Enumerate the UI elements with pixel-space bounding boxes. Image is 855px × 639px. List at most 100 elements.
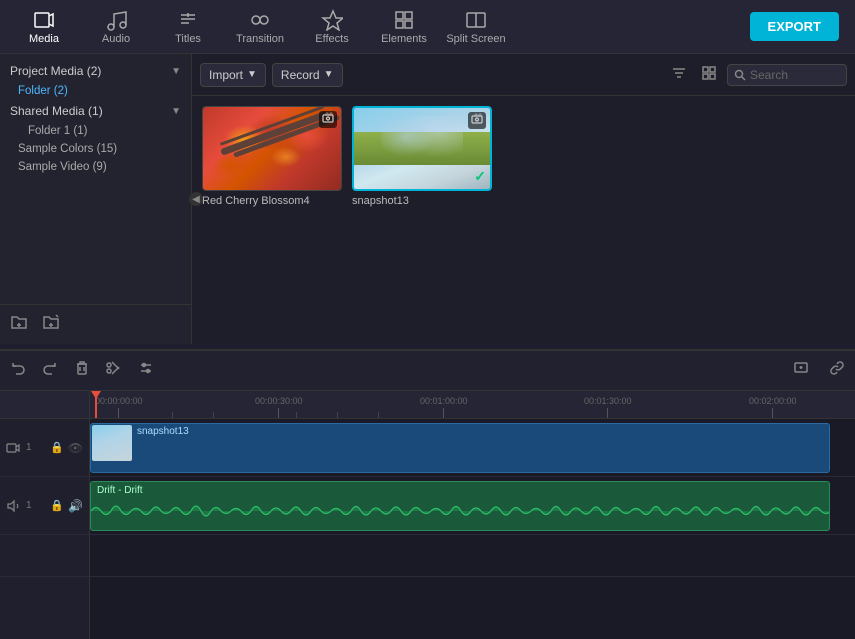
audio-track-lock[interactable]: 🔒 xyxy=(50,499,64,513)
audio-clip[interactable]: Drift - Drift xyxy=(90,481,830,531)
redo-icon xyxy=(42,360,58,376)
ruler-label-90: 00:01:30:00 xyxy=(584,396,632,406)
toolbar-item-titles[interactable]: Titles xyxy=(152,0,224,54)
new-folder-icon[interactable] xyxy=(10,313,28,336)
delete-button[interactable] xyxy=(72,358,92,383)
ruler-mark-120: 00:02:00:00 xyxy=(749,396,797,418)
audio-waveform xyxy=(91,496,829,526)
elements-icon xyxy=(393,9,415,31)
clip-content: snapshot13 xyxy=(133,424,829,472)
media-icon xyxy=(33,9,55,31)
audio-track-label: 1 🔒 🔊 xyxy=(0,477,89,535)
video-track-row: snapshot13 xyxy=(90,419,855,477)
ruler-minor-3 xyxy=(296,412,297,418)
toolbar-label-effects: Effects xyxy=(315,33,348,45)
snapshot-badge xyxy=(468,112,486,129)
import-label: Import xyxy=(209,68,243,82)
sidebar-section-shared-media[interactable]: Shared Media (1) ▼ xyxy=(0,100,191,122)
video-track-visibility[interactable]: 👁 xyxy=(68,441,83,455)
record-dropdown[interactable]: Record ▼ xyxy=(272,63,343,87)
sidebar-content: Project Media (2) ▼ Folder (2) Shared Me… xyxy=(0,54,191,304)
cherry-badge xyxy=(319,111,337,128)
search-field-wrapper xyxy=(727,64,847,86)
effects-icon xyxy=(321,9,343,31)
cut-button[interactable] xyxy=(104,358,124,383)
timeline-tracks: 00:00:00:00 00:00:30:00 00:01:00:00 00:0… xyxy=(90,391,855,639)
media-panel: Import ▼ Record ▼ xyxy=(192,54,855,344)
video-clip[interactable]: snapshot13 xyxy=(90,423,830,473)
record-label: Record xyxy=(281,68,320,82)
sidebar-item-sample-colors[interactable]: Sample Colors (15) xyxy=(0,140,191,158)
timeline-area: 1 🔒 👁 1 🔒 🔊 xyxy=(0,349,855,639)
link-icon xyxy=(829,360,845,376)
export-button[interactable]: EXPORT xyxy=(750,12,839,41)
sidebar: Project Media (2) ▼ Folder (2) Shared Me… xyxy=(0,54,192,344)
toolbar-label-titles: Titles xyxy=(175,33,201,45)
clip-label: snapshot13 xyxy=(133,424,829,439)
toolbar-label-audio: Audio xyxy=(102,33,130,45)
toolbar-item-elements[interactable]: Elements xyxy=(368,0,440,54)
toolbar-item-transition[interactable]: Transition xyxy=(224,0,296,54)
ruler-minor-2 xyxy=(213,412,214,418)
sidebar-item-sample-video[interactable]: Sample Video (9) xyxy=(0,158,191,176)
empty-track-row xyxy=(90,535,855,577)
undo-button[interactable] xyxy=(8,358,28,383)
toolbar-item-effects[interactable]: Effects xyxy=(296,0,368,54)
ruler-label-120: 00:02:00:00 xyxy=(749,396,797,406)
adjust-button[interactable] xyxy=(136,358,156,383)
tracks-body: snapshot13 Drift - Drift xyxy=(90,419,855,639)
snapshot-checkmark: ✓ xyxy=(474,168,486,185)
toolbar-item-audio[interactable]: Audio xyxy=(80,0,152,54)
toolbar-item-media[interactable]: Media xyxy=(8,0,80,54)
audio-track-row: Drift - Drift xyxy=(90,477,855,535)
grid-view-button[interactable] xyxy=(697,63,721,86)
empty-track-label xyxy=(0,535,89,577)
ruler-label-0: 00:00:00:00 xyxy=(95,396,143,406)
import-dropdown[interactable]: Import ▼ xyxy=(200,63,266,87)
filter-icon xyxy=(671,65,687,81)
import-chevron-icon: ▼ xyxy=(247,69,257,80)
media-thumb-snapshot: ✓ xyxy=(352,106,492,191)
link-button[interactable] xyxy=(827,358,847,383)
video-track-label: 1 🔒 👁 xyxy=(0,419,89,477)
ruler-tick-90 xyxy=(607,408,608,418)
toolbar-label-splitscreen: Split Screen xyxy=(446,33,505,45)
ruler-tick-60 xyxy=(443,408,444,418)
clip-inner: snapshot13 xyxy=(91,424,829,472)
filter-button[interactable] xyxy=(667,63,691,86)
sidebar-item-folder1[interactable]: Folder 1 (1) xyxy=(0,122,191,140)
cherry-label: Red Cherry Blossom4 xyxy=(202,195,342,207)
ruler-minor-1 xyxy=(172,412,173,418)
add-track-icon xyxy=(793,360,809,376)
media-item-cherry[interactable]: Red Cherry Blossom4 xyxy=(202,106,342,334)
ruler-corner xyxy=(0,391,89,419)
ruler-mark-60: 00:01:00:00 xyxy=(420,396,468,418)
collapse-sidebar-button[interactable]: ◀ xyxy=(189,192,203,206)
sidebar-section-project-media[interactable]: Project Media (2) ▼ xyxy=(0,60,191,82)
ruler-label-30: 00:00:30:00 xyxy=(255,396,303,406)
transition-icon xyxy=(249,9,271,31)
video-track-lock[interactable]: 🔒 xyxy=(50,441,64,455)
toolbar-item-splitscreen[interactable]: Split Screen xyxy=(440,0,512,54)
clip-thumbnail-snapshot xyxy=(92,425,132,461)
import-folder-icon[interactable] xyxy=(42,313,60,336)
toolbar-label-elements: Elements xyxy=(381,33,427,45)
audio-track-volume[interactable]: 🔊 xyxy=(68,499,83,513)
media-grid: Red Cherry Blossom4 ✓ snapshot13 xyxy=(192,96,855,344)
ruler-tick-120 xyxy=(772,408,773,418)
timeline-ruler: 00:00:00:00 00:00:30:00 00:01:00:00 00:0… xyxy=(90,391,855,419)
ruler-tick-0 xyxy=(118,408,119,418)
ruler-mark-0: 00:00:00:00 xyxy=(95,396,143,418)
undo-icon xyxy=(10,360,26,376)
sidebar-item-folder[interactable]: Folder (2) xyxy=(0,82,191,100)
add-track-button[interactable] xyxy=(791,358,811,383)
audio-track-controls: 🔒 🔊 xyxy=(50,499,83,513)
project-media-chevron: ▼ xyxy=(171,66,181,77)
search-input[interactable] xyxy=(750,68,840,82)
top-toolbar: Media Audio Titles Transition Effects xyxy=(0,0,855,54)
timeline-toolbar xyxy=(0,351,855,391)
redo-button[interactable] xyxy=(40,358,60,383)
media-thumb-cherry xyxy=(202,106,342,191)
cut-icon xyxy=(106,360,122,376)
media-item-snapshot[interactable]: ✓ snapshot13 xyxy=(352,106,492,334)
